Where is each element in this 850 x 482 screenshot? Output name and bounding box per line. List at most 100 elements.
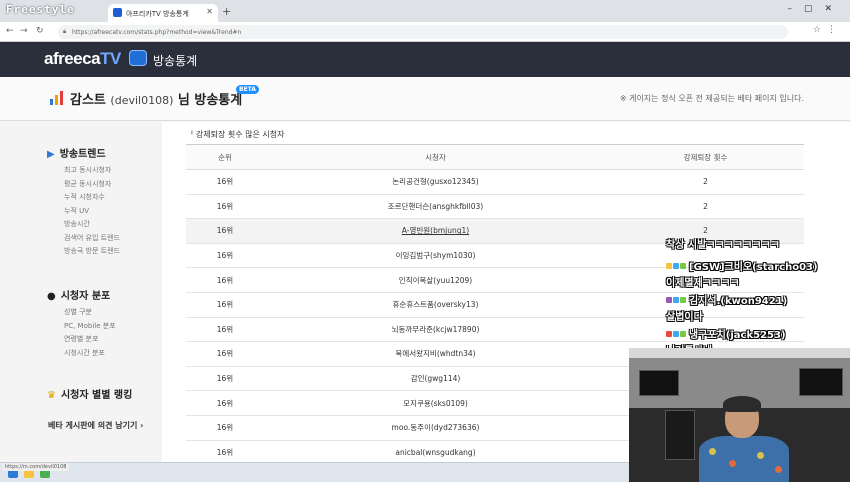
taskbar (0, 462, 629, 482)
rank-cell: 16위 (186, 317, 264, 343)
status-bar-url: https://m.com/devil0108 (2, 463, 70, 471)
rank-cell: 16위 (186, 366, 264, 392)
section-title: 방송통계 (153, 54, 198, 68)
viewer-cell[interactable]: 이잉김범구(shym1030) (264, 243, 607, 269)
rank-cell: 16위 (186, 415, 264, 441)
extension-icons[interactable]: ☆⋮ (813, 25, 842, 35)
viewer-cell[interactable]: 조르단핸더슨(ansghkfbll03) (264, 194, 607, 220)
streamer-hair (723, 396, 761, 412)
chat-message: 살볍이다 (666, 312, 703, 323)
kick-count-cell: 2 (607, 169, 804, 195)
logo-text: afreeca (44, 49, 101, 68)
chat-user: 김지석.(kwon9421) (689, 296, 788, 307)
window-controls[interactable]: –▢✕ (787, 4, 844, 14)
viewer-cell[interactable]: 뇌동까무라준(kcjw17890) (264, 317, 607, 343)
play-icon: ▶ (47, 149, 55, 160)
viewer-cell[interactable]: 모지쿠용(sks0109) (264, 390, 607, 416)
sidebar-heading-ranking[interactable]: ♛ 시청자 별별 랭킹 (47, 386, 132, 401)
viewer-cell[interactable]: 감인(gwg114) (264, 366, 607, 392)
sidebar-item[interactable]: PC, Mobile 분포 (64, 321, 116, 331)
viewer-cell[interactable]: 북에서왔지비(whdtn34) (264, 341, 607, 367)
column-header-count: 강제퇴장 횟수 (607, 144, 804, 170)
stream-logo: Freestyle (6, 3, 75, 16)
beta-notice: ※ 게이지는 정식 오픈 전 제공되는 베타 페이지 입니다. (619, 94, 804, 103)
close-icon[interactable]: ✕ (206, 7, 213, 16)
shirt-pattern (709, 448, 716, 455)
shirt-pattern (757, 452, 764, 459)
chat-badge-icons (666, 263, 687, 271)
sidebar-item[interactable]: 연령별 분포 (64, 334, 98, 344)
chat-username: 김지석.(kwon9421) (666, 292, 787, 307)
rank-cell: 16위 (186, 218, 264, 244)
chat-badge-icons (666, 297, 687, 305)
sidebar-item[interactable]: 시청시간 분포 (64, 348, 105, 358)
rank-cell: 16위 (186, 243, 264, 269)
feedback-link[interactable]: 베타 게시판에 의견 남기기 › (48, 420, 143, 431)
logo-tv: TV (100, 49, 121, 68)
viewer-cell[interactable]: A-영빈원(bmjung1) (264, 218, 607, 244)
rank-cell: 16위 (186, 194, 264, 220)
screen: Freestyle 아프리카TV 방송통계 ✕ + –▢✕ ← → ↻ 🔒︎ h… (0, 0, 850, 482)
sidebar-item[interactable]: 성별 구분 (64, 307, 92, 317)
browser-tab[interactable]: 아프리카TV 방송통계 ✕ (108, 4, 218, 22)
column-header-rank: 순위 (186, 144, 264, 170)
sidebar-heading-label: 시청자 별별 랭킹 (60, 390, 133, 401)
rank-cell: 16위 (186, 267, 264, 293)
sidebar-heading-viewers[interactable]: ● 시청자 분포 (47, 287, 110, 302)
lock-icon: 🔒︎ (63, 28, 67, 35)
favicon-icon (113, 8, 122, 17)
chat-user: [GSW]크비오(starcho03) (689, 262, 818, 273)
new-tab-button[interactable]: + (222, 5, 231, 18)
tv-badge-icon (129, 50, 147, 66)
sidebar-item[interactable]: 방송국 방문 트렌드 (64, 246, 120, 256)
rank-cell: 16위 (186, 390, 264, 416)
rank-cell: 16위 (186, 292, 264, 318)
table-title-text: 강제퇴장 횟수 많은 시청자 (195, 130, 285, 139)
chat-badge-icons (666, 331, 687, 339)
browser-toolbar: ← → ↻ 🔒︎ https://afreecatv.com/stats.php… (0, 22, 850, 42)
sidebar-item[interactable]: 최고 동시시청자 (64, 165, 111, 175)
chat-message: 이제멸제ㅋㅋㅋㅋ (666, 278, 740, 289)
cam-ceiling (629, 348, 850, 358)
sidebar-item[interactable]: 누적 UV (64, 206, 89, 216)
table-title: ᅵ 강제퇴장 횟수 많은 시청자 (186, 130, 285, 139)
cam-chair (665, 410, 695, 460)
viewer-cell[interactable]: anicbal(wnsgudkang) (264, 440, 607, 466)
crown-icon: ♛ (47, 390, 56, 401)
page-title: 감스트 (devil0108) 님 방송통계 (70, 89, 242, 108)
kick-count-cell: 2 (607, 194, 804, 220)
site-header: afreecaTV 방송통계 (0, 42, 850, 77)
viewer-cell[interactable]: moo.동주이(dyd273636) (264, 415, 607, 441)
shirt-pattern (775, 466, 782, 473)
sidebar-item[interactable]: 검색어 유입 트렌드 (64, 233, 120, 243)
streamer-body (699, 436, 789, 482)
forward-arrow-icon[interactable]: → (20, 26, 28, 36)
site-logo[interactable]: afreecaTV (44, 49, 121, 69)
sidebar-heading-trend[interactable]: ▶ 방송트렌드 (47, 145, 106, 160)
person-icon: ● (47, 291, 56, 302)
streamer-name: 감스트 (70, 93, 106, 108)
cam-monitor (799, 368, 843, 396)
viewer-cell[interactable]: 인직이목살(yuu1209) (264, 267, 607, 293)
browser-tab-bar: Freestyle 아프리카TV 방송통계 ✕ + –▢✕ (0, 0, 850, 22)
sidebar-item[interactable]: 누적 시청자수 (64, 192, 105, 202)
column-header-viewer: 시청자 (264, 144, 607, 170)
streamer-id: (devil0108) (110, 94, 174, 107)
sidebar-item[interactable]: 방송시간 (64, 219, 90, 229)
table-header-row: 순위 시청자 강제퇴장 횟수 (186, 144, 804, 170)
cam-monitor (639, 370, 679, 396)
address-input[interactable]: 🔒︎ https://afreecatv.com/stats.php?metho… (58, 25, 788, 39)
viewer-cell[interactable]: 휴순휴스트품(oversky13) (264, 292, 607, 318)
shirt-pattern (729, 460, 736, 467)
rank-cell: 16위 (186, 341, 264, 367)
page-title-bar: 감스트 (devil0108) 님 방송통계 BETA ※ 게이지는 정식 오픈… (0, 77, 850, 121)
sidebar-item[interactable]: 평균 동시시청자 (64, 179, 111, 189)
sidebar-heading-label: 방송트렌드 (59, 149, 106, 160)
webcam-feed (629, 348, 850, 482)
reload-icon[interactable]: ↻ (36, 26, 44, 36)
chat-message: 착상 시발ㅋㅋㅋㅋㅋㅋㅋㅋ (666, 240, 780, 251)
chat-username: [GSW]크비오(starcho03) (666, 258, 818, 273)
back-arrow-icon[interactable]: ← (6, 26, 14, 36)
rank-cell: 16위 (186, 440, 264, 466)
viewer-cell[interactable]: 논리공건형(gusxo12345) (264, 169, 607, 195)
